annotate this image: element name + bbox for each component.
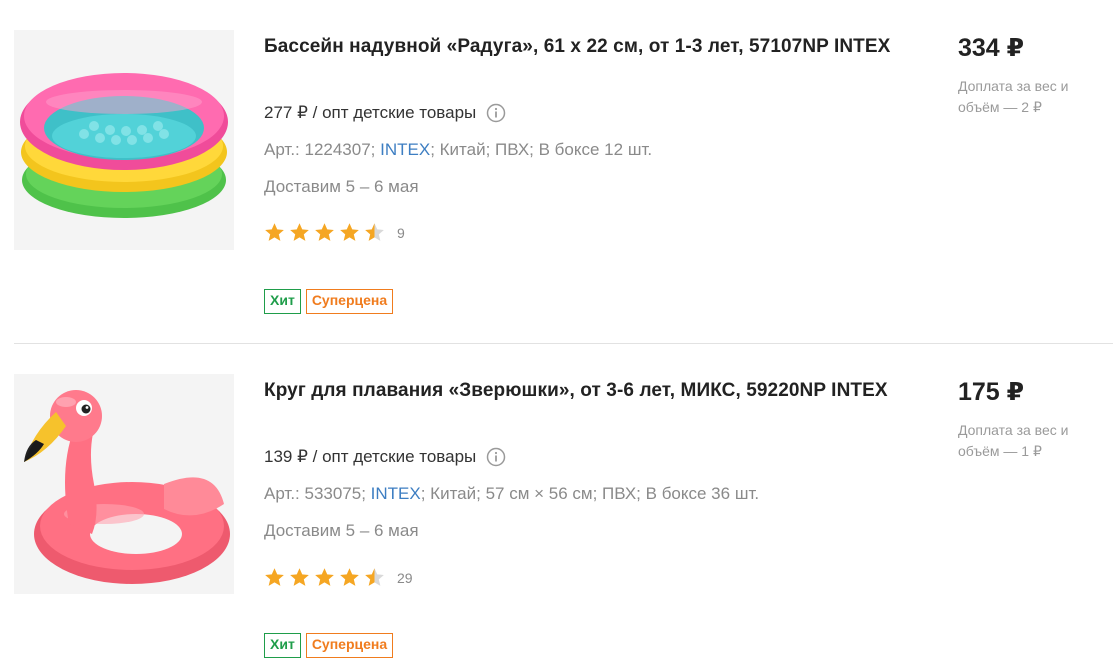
article-suffix: ; Китай; ПВХ; В боксе 12 шт. [430,140,653,159]
info-icon[interactable] [486,103,506,123]
product-price: 334 ₽ [958,34,1025,62]
product-meta: Арт.: 1224307; INTEX; Китай; ПВХ; В бокс… [264,140,652,160]
wholesale-price: 277 ₽ / опт детские товары [264,103,506,123]
star-icon [290,223,309,241]
badges: Хит Суперцена [264,633,398,658]
article-suffix: ; Китай; 57 см × 56 см; ПВХ; В боксе 36 … [420,484,760,503]
rating-stars [264,567,389,588]
product-card: Бассейн надувной «Радуга», 61 х 22 см, о… [0,0,1113,343]
delivery-date: Доставим 5 – 6 мая [264,177,419,196]
article-prefix: Арт.: 1224307; [264,140,381,159]
star-icon [265,568,284,586]
rating-stars [264,222,389,243]
star-icon [340,568,359,586]
product-meta: Арт.: 533075; INTEX; Китай; 57 см × 56 с… [264,484,759,504]
rating: 29 [264,567,413,588]
inflatable-pool-image [14,30,234,250]
surcharge-note: Доплата за вес и объём — 1 ₽ [958,422,1069,459]
reviews-count[interactable]: 29 [397,570,413,586]
hit-badge: Хит [264,633,301,658]
star-icon [290,568,309,586]
rating: 9 [264,222,405,243]
star-icon [315,223,334,241]
wholesale-price-text: 139 ₽ / опт детские товары [264,447,477,466]
product-image[interactable] [14,30,234,250]
article-prefix: Арт.: 533075; [264,484,371,503]
surcharge-note: Доплата за вес и объём — 2 ₽ [958,78,1069,115]
star-icon [315,568,334,586]
star-icon [365,223,384,241]
reviews-count[interactable]: 9 [397,225,405,241]
superprice-badge: Суперцена [305,289,394,314]
star-icon [340,223,359,241]
product-card: Круг для плавания «Зверюшки», от 3-6 лет… [0,344,1113,668]
wholesale-price-text: 277 ₽ / опт детские товары [264,103,477,122]
wholesale-price: 139 ₽ / опт детские товары [264,447,506,467]
product-title[interactable]: Круг для плавания «Зверюшки», от 3-6 лет… [264,376,904,405]
brand-link[interactable]: INTEX [380,140,430,159]
brand-link[interactable]: INTEX [371,484,421,503]
badges: Хит Суперцена [264,289,398,314]
star-icon [365,568,384,586]
product-image[interactable] [14,374,234,594]
hit-badge: Хит [264,289,301,314]
flamingo-swim-ring-image [14,374,234,594]
info-icon[interactable] [486,447,506,467]
star-icon [265,223,284,241]
product-title[interactable]: Бассейн надувной «Радуга», 61 х 22 см, о… [264,32,904,61]
product-price: 175 ₽ [958,378,1025,406]
delivery-date: Доставим 5 – 6 мая [264,521,419,540]
superprice-badge: Суперцена [305,633,394,658]
